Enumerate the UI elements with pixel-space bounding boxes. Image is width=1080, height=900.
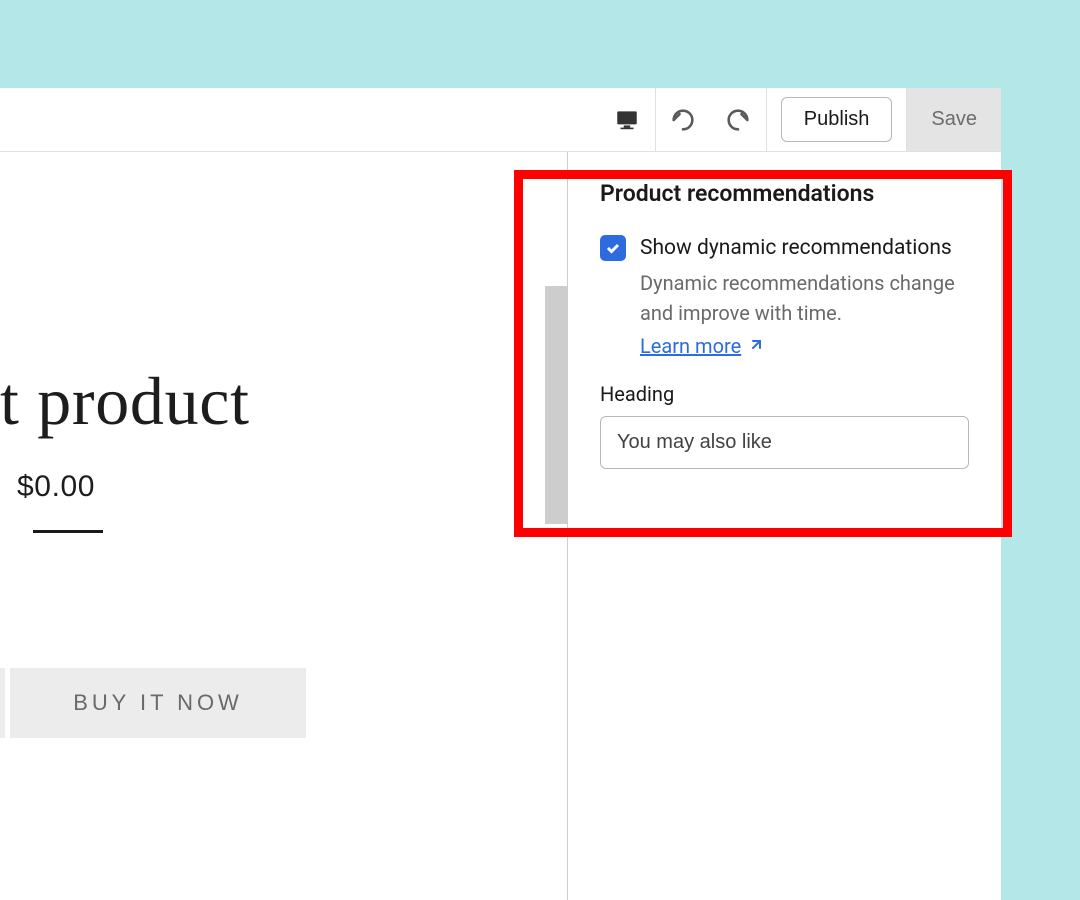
show-dynamic-checkbox-row: Show dynamic recommendations [600,235,969,262]
show-dynamic-checkbox[interactable] [600,235,626,261]
desktop-monitor-icon [614,107,640,133]
redo-icon [724,106,752,134]
product-price: $0.00 [17,470,95,504]
theme-editor-window: Publish Save t product $0.00 BUY IT NOW … [0,88,1001,900]
quantity-selector-fragment[interactable] [0,668,5,738]
viewport-desktop-button[interactable] [599,88,655,151]
panel-title: Product recommendations [600,180,969,207]
heading-input[interactable] [600,416,969,469]
toolbar-icon-group [599,88,767,151]
save-button[interactable]: Save [906,88,1001,151]
settings-sidebar: Product recommendations Show dynamic rec… [567,152,1001,900]
learn-more-label: Learn more [640,334,741,358]
checkmark-icon [605,240,621,256]
price-divider [33,530,103,533]
external-link-icon [747,338,763,354]
preview-scrollbar[interactable] [545,286,567,524]
buy-it-now-button[interactable]: BUY IT NOW [10,668,306,738]
redo-button[interactable] [711,88,767,151]
heading-field-label: Heading [600,382,969,406]
dynamic-helper-text: Dynamic recommendations change and impro… [640,268,969,328]
show-dynamic-label: Show dynamic recommendations [640,235,952,262]
undo-icon [669,106,697,134]
editor-workspace: t product $0.00 BUY IT NOW Tweet Pin it … [0,152,1001,900]
theme-preview-pane: t product $0.00 BUY IT NOW Tweet Pin it [0,152,567,900]
undo-button[interactable] [655,88,711,151]
learn-more-link[interactable]: Learn more [640,334,763,358]
publish-button[interactable]: Publish [781,97,893,142]
editor-toolbar: Publish Save [0,88,1001,152]
product-title: t product [0,362,250,441]
